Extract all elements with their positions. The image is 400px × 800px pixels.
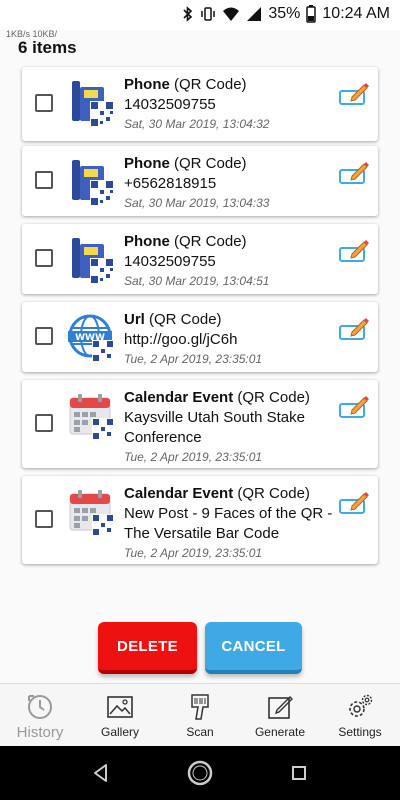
item-format: (QR Code) <box>174 155 247 172</box>
item-date: Sat, 30 Mar 2019, 13:04:32 <box>124 117 270 131</box>
select-checkbox[interactable] <box>35 327 53 345</box>
nav-gallery[interactable]: Gallery <box>80 684 160 746</box>
item-value: +6562818915 <box>124 175 217 192</box>
item-format: (QR Code) <box>149 311 222 328</box>
nav-gallery-label: Gallery <box>100 725 139 739</box>
item-date: Tue, 2 Apr 2019, 23:35:01 <box>124 450 263 464</box>
status-bar: 35% 10:24 AM <box>0 0 400 30</box>
battery-percent: 35% <box>268 5 301 22</box>
item-format: (QR Code) <box>237 389 310 406</box>
select-checkbox[interactable] <box>35 249 53 267</box>
list-item[interactable]: Calendar Event (QR Code) New Post - 9 Fa… <box>22 476 378 564</box>
wifi-icon <box>222 6 240 22</box>
nav-generate[interactable]: Generate <box>240 684 320 746</box>
status-icons: 35% 10:24 AM <box>182 5 390 23</box>
signal-icon <box>246 6 262 22</box>
item-date: Tue, 2 Apr 2019, 23:35:01 <box>124 546 263 560</box>
phone-qr-icon <box>68 158 118 208</box>
item-type: Phone <box>124 76 170 93</box>
clock: 10:24 AM <box>322 5 390 22</box>
home-icon[interactable] <box>187 760 213 786</box>
item-date: Tue, 2 Apr 2019, 23:35:01 <box>124 352 263 366</box>
nav-generate-label: Generate <box>254 725 306 739</box>
select-checkbox[interactable] <box>35 94 53 112</box>
battery-icon <box>306 5 317 23</box>
list-item[interactable]: Phone (QR Code) 14032509755 Sat, 30 Mar … <box>22 67 378 141</box>
phone-qr-icon <box>68 79 118 129</box>
item-value: New Post - 9 Faces of the QR - The Versa… <box>124 505 333 542</box>
calendar-qr-icon <box>68 392 118 442</box>
nav-settings[interactable]: Settings <box>320 684 400 746</box>
generate-icon <box>265 692 295 722</box>
select-checkbox[interactable] <box>35 510 53 528</box>
phone-qr-icon <box>68 236 118 286</box>
edit-icon[interactable] <box>338 160 370 186</box>
bluetooth-icon <box>182 6 194 22</box>
nav-settings-label: Settings <box>338 725 382 739</box>
item-date: Sat, 30 Mar 2019, 13:04:51 <box>124 274 270 288</box>
nav-scan[interactable]: Scan <box>160 684 240 746</box>
url-qr-icon: WWW <box>68 314 118 364</box>
back-icon[interactable] <box>94 764 107 782</box>
edit-icon[interactable] <box>338 81 370 107</box>
item-type: Calendar Event <box>124 485 234 502</box>
barcode-scanner-icon <box>185 692 215 722</box>
gallery-icon <box>105 692 135 722</box>
nav-scan-label: Scan <box>186 725 214 739</box>
select-checkbox[interactable] <box>35 414 53 432</box>
calendar-qr-icon <box>68 488 118 538</box>
item-type: Phone <box>124 233 170 250</box>
list-item[interactable]: WWW Url (QR Code) http://goo.gl/jC6h Tue… <box>22 302 378 372</box>
item-format: (QR Code) <box>174 233 247 250</box>
history-icon <box>25 692 55 722</box>
bottom-navigation: History Gallery Scan Generate Settings <box>0 683 400 746</box>
cancel-button[interactable]: CANCEL <box>205 622 302 674</box>
edit-icon[interactable] <box>338 238 370 264</box>
list-item[interactable]: Phone (QR Code) 14032509755 Sat, 30 Mar … <box>22 224 378 294</box>
item-type: Phone <box>124 155 170 172</box>
edit-icon[interactable] <box>338 490 370 516</box>
edit-icon[interactable] <box>338 316 370 342</box>
item-type: Url <box>124 311 145 328</box>
item-date: Sat, 30 Mar 2019, 13:04:33 <box>124 196 270 210</box>
vibrate-icon <box>200 6 216 22</box>
item-value: 14032509755 <box>124 253 216 270</box>
delete-button[interactable]: DELETE <box>98 622 197 674</box>
item-type: Calendar Event <box>124 389 234 406</box>
item-format: (QR Code) <box>174 76 247 93</box>
item-value: 14032509755 <box>124 96 216 113</box>
select-checkbox[interactable] <box>35 171 53 189</box>
list-item[interactable]: Calendar Event (QR Code) Kaysville Utah … <box>22 380 378 468</box>
item-value: Kaysville Utah South Stake Conference <box>124 409 305 446</box>
recents-icon[interactable] <box>292 766 306 780</box>
nav-history[interactable]: History <box>0 684 80 746</box>
item-format: (QR Code) <box>237 485 310 502</box>
item-value: http://goo.gl/jC6h <box>124 331 238 348</box>
list-item[interactable]: Phone (QR Code) +6562818915 Sat, 30 Mar … <box>22 146 378 216</box>
gear-icon <box>345 692 375 722</box>
nav-history-label: History <box>16 724 64 741</box>
system-navigation-bar <box>0 746 400 800</box>
item-count: 6 items <box>18 38 77 57</box>
edit-icon[interactable] <box>338 394 370 420</box>
